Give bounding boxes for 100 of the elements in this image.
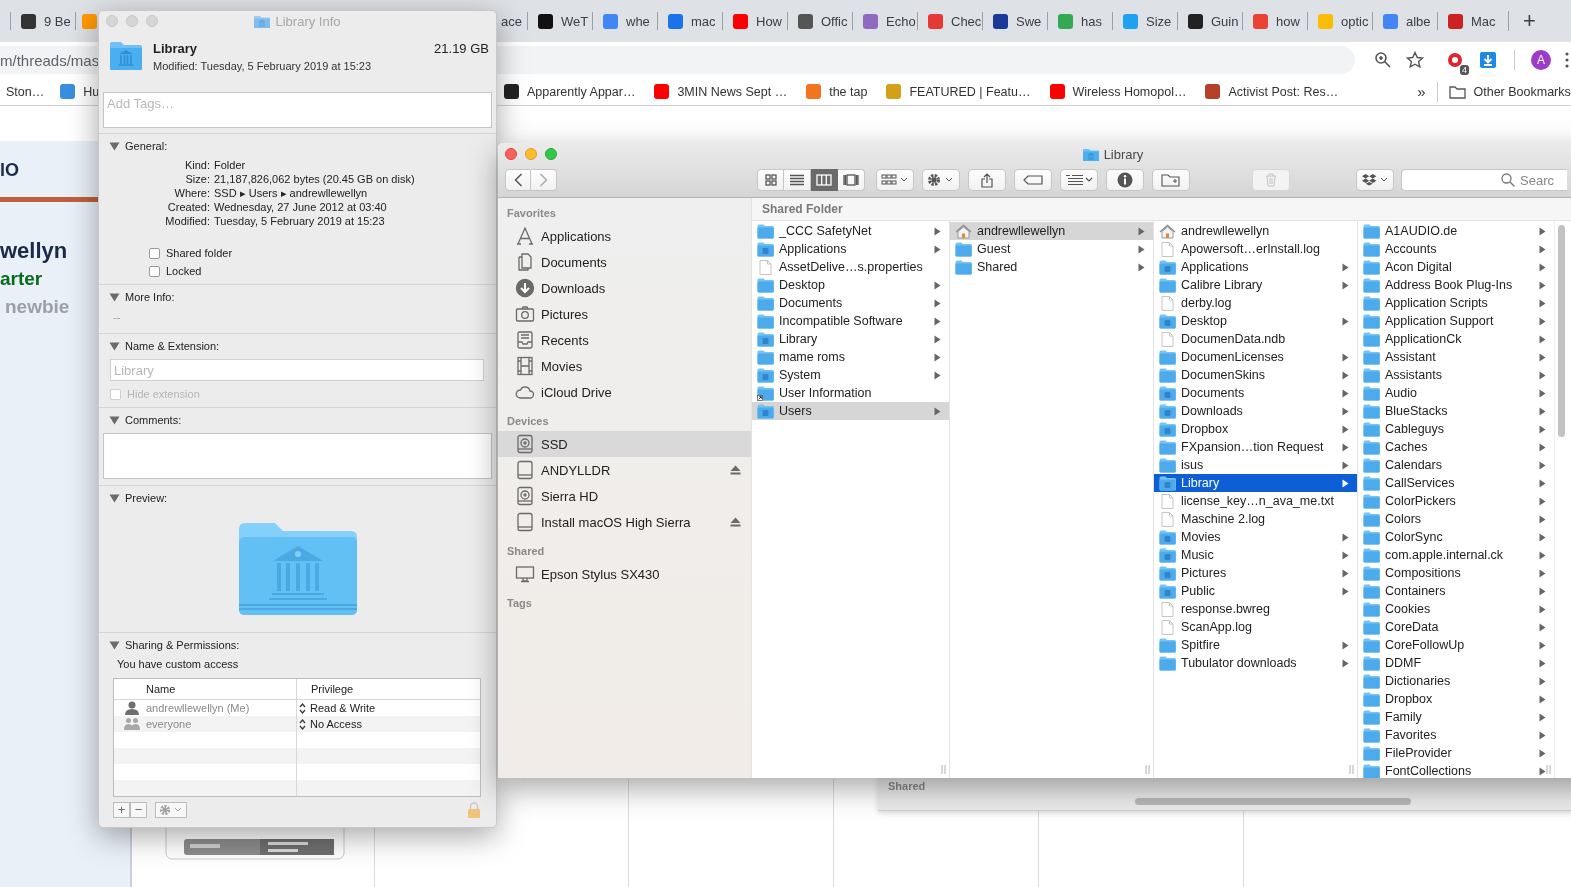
file-item[interactable]: Public	[1154, 582, 1357, 600]
bookmark-folder[interactable]: Other Bookmarks	[1448, 84, 1571, 99]
bookmark[interactable]: Apparently Appar…	[504, 84, 636, 99]
column-header[interactable]: Name	[114, 679, 297, 699]
file-item[interactable]: CallServices	[1358, 474, 1554, 492]
file-item[interactable]: Desktop	[752, 276, 949, 294]
bookmark[interactable]: Hu	[60, 84, 100, 99]
sidebar-item[interactable]: Pictures	[498, 301, 751, 327]
file-item[interactable]: license_key…n_ava_me.txt	[1154, 492, 1357, 510]
file-item[interactable]: Calibre Library	[1154, 276, 1357, 294]
file-item[interactable]: Documents	[752, 294, 949, 312]
file-item[interactable]: Dictionaries	[1358, 672, 1554, 690]
file-item[interactable]: Favorites	[1358, 726, 1554, 744]
file-item[interactable]: Applications	[752, 240, 949, 258]
menu-icon[interactable]	[1565, 52, 1569, 68]
browser-tab[interactable]: how	[1242, 12, 1307, 30]
file-item[interactable]: Caches	[1358, 438, 1554, 456]
browser-tab[interactable]: Guin	[1177, 12, 1242, 30]
column-resize-handle[interactable]	[1145, 765, 1150, 774]
view-mode-button[interactable]	[757, 169, 784, 191]
file-item[interactable]: Guest	[950, 240, 1153, 258]
add-button[interactable]: +	[113, 802, 130, 818]
section-header[interactable]: Sharing & Permissions:	[99, 637, 496, 653]
file-item[interactable]: Dropbox	[1358, 690, 1554, 708]
file-item[interactable]: Application Scripts	[1358, 294, 1554, 312]
bookmark[interactable]: Ston…	[6, 84, 45, 99]
file-item[interactable]: Pictures	[1154, 564, 1357, 582]
dropbox-menu-button[interactable]	[1356, 169, 1394, 191]
file-item[interactable]: response.bwreg	[1154, 600, 1357, 618]
sidebar-item[interactable]: Epson Stylus SX430	[498, 561, 751, 587]
disclosure-triangle-icon[interactable]	[109, 640, 120, 650]
file-item[interactable]: ScanApp.log	[1154, 618, 1357, 636]
file-item[interactable]: CoreFollowUp	[1358, 636, 1554, 654]
section-header[interactable]: Preview:	[99, 490, 496, 506]
file-item[interactable]: Accounts	[1358, 240, 1554, 258]
file-item[interactable]: derby.log	[1154, 294, 1357, 312]
file-item[interactable]: Tubulator downloads	[1154, 654, 1357, 672]
disclosure-triangle-icon[interactable]	[109, 493, 120, 503]
browser-tab[interactable]: Echo	[852, 12, 917, 30]
browser-tab[interactable]: has	[1047, 12, 1112, 30]
zoom-icon[interactable]	[1374, 51, 1392, 69]
file-item[interactable]: Dropbox	[1154, 420, 1357, 438]
file-item[interactable]: Spitfire	[1154, 636, 1357, 654]
sidebar-item[interactable]: Recents	[498, 327, 751, 353]
sidebar-item[interactable]: Install macOS High Sierra	[498, 509, 751, 535]
address-field[interactable]: m/threads/mas	[0, 46, 97, 74]
sidebar-item[interactable]: iCloud Drive	[498, 379, 751, 405]
download-icon[interactable]	[1479, 51, 1497, 69]
file-item[interactable]: DocumenData.ndb	[1154, 330, 1357, 348]
checkbox-label[interactable]: Shared folder	[149, 246, 496, 260]
privilege-popup[interactable]: No Access	[297, 716, 480, 732]
disclosure-triangle-icon[interactable]	[109, 415, 120, 425]
file-item[interactable]: Containers	[1358, 582, 1554, 600]
action-menu-button[interactable]	[922, 169, 960, 191]
section-header[interactable]: More Info:	[99, 289, 496, 305]
file-item[interactable]: Acon Digital	[1358, 258, 1554, 276]
extension-icon[interactable]	[1446, 51, 1464, 69]
browser-tab[interactable]: mac	[657, 12, 722, 30]
sidebar-item[interactable]: Documents	[498, 249, 751, 275]
scrollbar-thumb[interactable]	[1558, 225, 1565, 437]
file-item[interactable]: Shared	[950, 258, 1153, 276]
view-mode-button[interactable]	[784, 169, 811, 191]
bookmark[interactable]: the tap	[806, 84, 868, 99]
info-button[interactable]	[1106, 169, 1144, 191]
new-tab-button[interactable]: +	[1508, 11, 1536, 31]
sort-menu-button[interactable]	[1060, 169, 1098, 191]
browser-tab[interactable]: whe	[592, 12, 657, 30]
file-item[interactable]: Downloads	[1154, 402, 1357, 420]
file-item[interactable]: Application Support	[1358, 312, 1554, 330]
file-item[interactable]: Colors	[1358, 510, 1554, 528]
file-item[interactable]: Cableguys	[1358, 420, 1554, 438]
browser-tab[interactable]	[75, 12, 98, 30]
view-mode-button[interactable]	[811, 169, 838, 191]
file-item[interactable]: Assistants	[1358, 366, 1554, 384]
profile-avatar[interactable]: A	[1531, 50, 1551, 70]
browser-tab[interactable]: ace	[497, 12, 527, 30]
browser-tab[interactable]: How	[722, 12, 787, 30]
checkbox-label[interactable]: Locked	[149, 264, 496, 278]
browser-tab[interactable]: albe	[1372, 12, 1437, 30]
share-button[interactable]	[968, 169, 1006, 191]
file-item[interactable]: ColorPickers	[1358, 492, 1554, 510]
file-item[interactable]: Movies	[1154, 528, 1357, 546]
eject-icon[interactable]	[730, 465, 741, 475]
scrollbar-thumb[interactable]	[1135, 798, 1411, 805]
file-item[interactable]: Apowersoft…erInstall.log	[1154, 240, 1357, 258]
file-item[interactable]: FXpansion…tion Request	[1154, 438, 1357, 456]
column-resize-handle[interactable]	[1349, 765, 1354, 774]
privilege-popup[interactable]: Read & Write	[297, 700, 480, 716]
column-resize-handle[interactable]	[1546, 765, 1551, 774]
file-item[interactable]: Address Book Plug-Ins	[1358, 276, 1554, 294]
file-item[interactable]: ColorSync	[1358, 528, 1554, 546]
browser-tab[interactable]: 9 Be	[10, 12, 75, 30]
sidebar-item[interactable]: Sierra HD	[498, 483, 751, 509]
bookmark[interactable]: 3MIN News Sept …	[654, 84, 788, 99]
new-folder-button[interactable]	[1152, 169, 1190, 191]
disclosure-triangle-icon[interactable]	[109, 141, 120, 151]
file-item[interactable]: Calendars	[1358, 456, 1554, 474]
comments-field[interactable]	[103, 433, 492, 479]
section-header[interactable]: General:	[99, 138, 496, 154]
file-item[interactable]: Library	[1154, 474, 1357, 492]
